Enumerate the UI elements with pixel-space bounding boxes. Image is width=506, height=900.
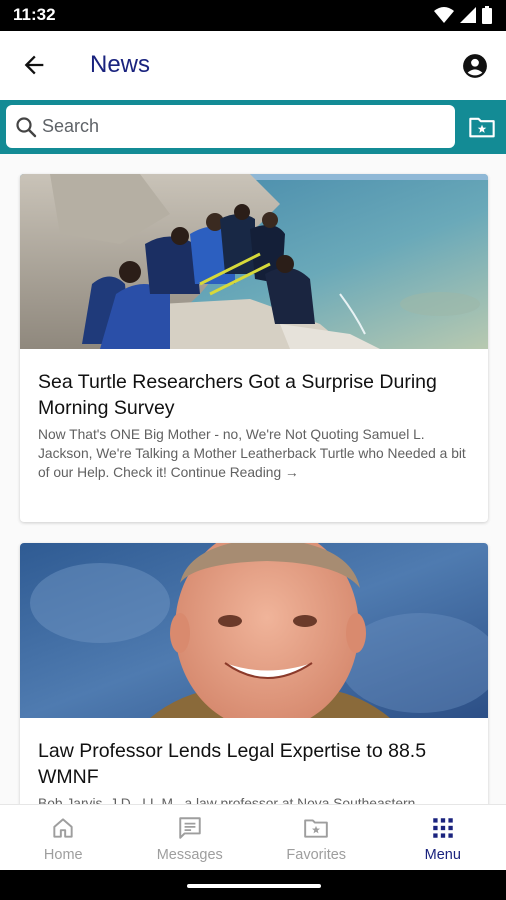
folder-star-icon [469,117,495,138]
saved-folder-button[interactable] [468,113,496,141]
article-summary: Bob Jarvis, J.D., LL.M., a law professor… [38,796,416,804]
app-bar: News [0,31,506,100]
nav-label: Favorites [286,847,347,863]
bottom-navigation: Home Messages Favorites Menu [0,804,506,870]
account-circle-icon [463,54,487,78]
beach-researchers-image [20,174,488,349]
article-title[interactable]: Sea Turtle Researchers Got a Surprise Du… [20,349,488,421]
article-image [20,174,488,349]
nav-label: Home [43,847,83,863]
news-card[interactable]: Sea Turtle Researchers Got a Surprise Du… [20,174,488,522]
article-summary: Now That's ONE Big Mother - no, We're No… [38,427,466,480]
system-gesture-bar [0,870,506,900]
status-bar: 11:32 [0,0,506,31]
nav-label: Menu [424,847,461,863]
signal-icon [460,7,476,23]
nav-label: Messages [156,847,223,863]
home-gesture-handle[interactable] [187,884,321,888]
favorites-icon [304,819,329,838]
nav-favorites[interactable]: Favorites [253,805,380,870]
professor-portrait-image [20,543,488,718]
nav-messages[interactable]: Messages [127,805,254,870]
news-feed[interactable]: Sea Turtle Researchers Got a Surprise Du… [0,154,506,804]
menu-grid-icon [433,818,453,838]
article-title[interactable]: Law Professor Lends Legal Expertise to 8… [20,718,488,790]
search-input[interactable] [42,111,442,141]
status-time: 11:32 [13,5,56,24]
article-image [20,543,488,718]
search-icon [16,117,37,138]
arrow-back-icon [24,55,44,75]
news-card[interactable]: Law Professor Lends Legal Expertise to 8… [20,543,488,804]
account-button[interactable] [456,47,494,85]
messages-icon [179,817,201,839]
battery-icon [482,6,492,24]
nav-home[interactable]: Home [0,805,127,870]
search-field[interactable] [6,105,455,148]
status-icons [434,5,492,25]
home-icon [53,818,73,838]
page-title: News [90,51,151,78]
search-bar [0,100,506,154]
wifi-icon [434,7,454,23]
back-button[interactable] [14,45,54,85]
nav-menu[interactable]: Menu [380,805,506,870]
